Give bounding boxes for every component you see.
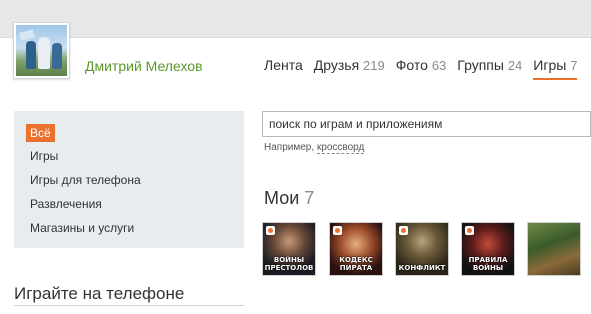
search-hint-link[interactable]: кроссворд — [316, 142, 365, 154]
divider — [14, 305, 244, 306]
games-search-box[interactable] — [262, 111, 591, 137]
tab-feed[interactable]: Лента — [264, 57, 303, 80]
phone-section-title: Играйте на телефоне — [14, 284, 185, 303]
sidebar-item-entertainment[interactable]: Развлечения — [30, 197, 102, 211]
tab-friends[interactable]: Друзья 219 — [314, 57, 385, 80]
top-bar — [0, 0, 591, 38]
tab-label: Фото — [395, 57, 428, 73]
tab-label: Группы — [457, 57, 504, 73]
game-tile[interactable]: КОНФЛИКТ — [396, 223, 448, 275]
avatar[interactable] — [13, 22, 70, 79]
ok-badge-icon — [399, 226, 408, 235]
tab-label: Друзья — [313, 57, 360, 73]
tab-count: 63 — [431, 58, 447, 73]
tab-photos[interactable]: Фото 63 — [396, 57, 447, 80]
sidebar-item-shops[interactable]: Магазины и услуги — [30, 221, 134, 235]
tab-count: 24 — [507, 58, 523, 73]
tab-groups[interactable]: Группы 24 — [457, 57, 522, 80]
game-tile[interactable]: ПРАВИЛА ВОЙНЫ — [462, 223, 514, 275]
profile-name-link[interactable]: Дмитрий Мелехов — [85, 58, 203, 74]
profile-nav: Лента Друзья 219 Фото 63 Группы 24 Игры … — [264, 57, 588, 80]
game-title: ПРАВИЛА ВОЙНЫ — [468, 256, 508, 272]
ok-badge-icon — [333, 226, 342, 235]
ok-badge-icon — [465, 226, 474, 235]
sidebar-item-games[interactable]: Игры — [30, 149, 58, 163]
game-title: КОДЕКС ПИРАТА — [339, 256, 373, 272]
game-tile[interactable]: КОДЕКС ПИРАТА — [330, 223, 382, 275]
avatar-photo — [16, 25, 67, 76]
tab-count: 219 — [363, 58, 385, 73]
games-category-sidebar: Всё Игры Игры для телефона Развлечения М… — [14, 111, 244, 248]
game-tile[interactable] — [528, 223, 580, 275]
my-games-title: Мои — [264, 188, 300, 208]
sidebar-item-phone-games[interactable]: Игры для телефона — [30, 173, 141, 187]
tab-label: Лента — [264, 57, 303, 73]
tab-count: 7 — [570, 58, 578, 73]
tab-games[interactable]: Игры 7 — [533, 57, 578, 80]
my-games-heading: Мои 7 — [264, 188, 314, 209]
search-input[interactable] — [263, 112, 590, 136]
search-hint: Например, кроссворд — [264, 142, 365, 154]
my-games-count: 7 — [304, 188, 315, 208]
sidebar-item-all[interactable]: Всё — [26, 124, 55, 142]
game-title: КОНФЛИКТ — [398, 264, 446, 272]
tab-label: Игры — [533, 57, 567, 73]
ok-badge-icon — [266, 226, 275, 235]
search-hint-text: Например, — [264, 142, 315, 153]
game-title: ВОЙНЫ ПРЕСТОЛОВ — [264, 256, 314, 272]
game-tile[interactable]: ВОЙНЫ ПРЕСТОЛОВ — [263, 223, 315, 275]
